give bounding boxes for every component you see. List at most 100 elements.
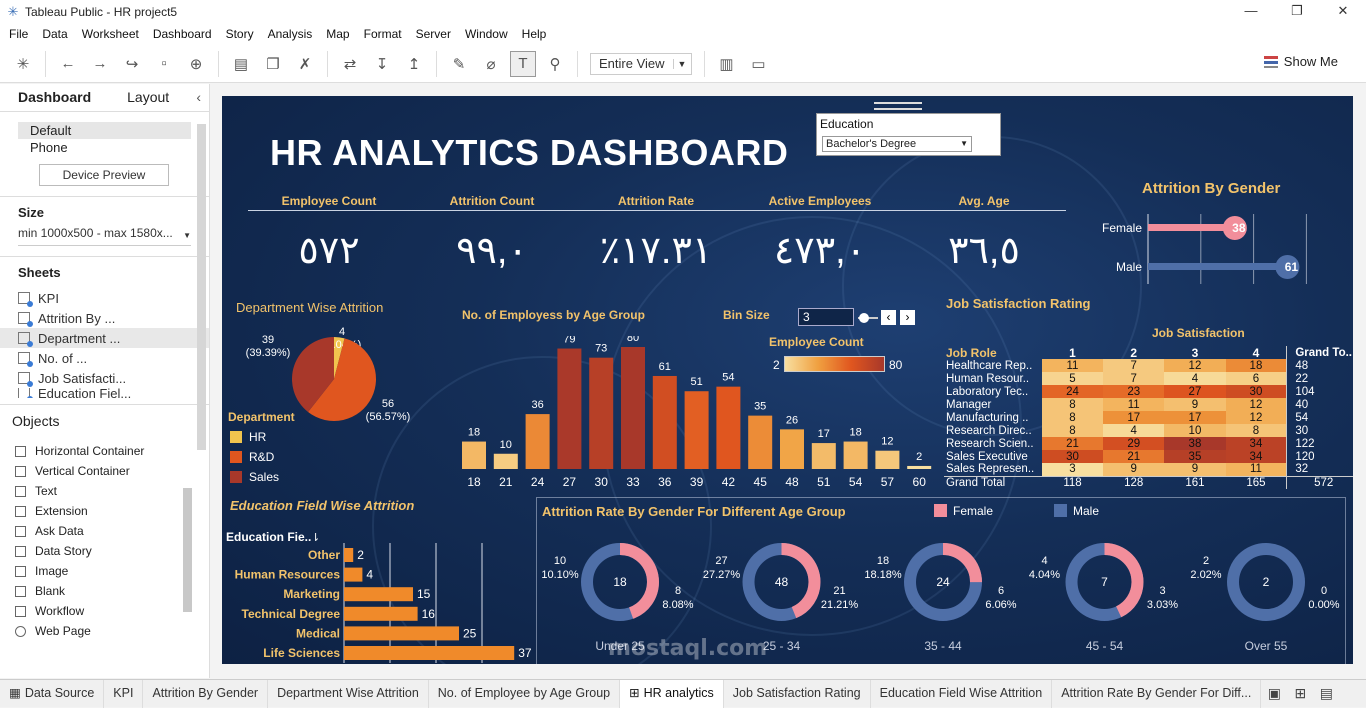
sheet-item[interactable]: Department ...	[0, 328, 209, 348]
object-extension[interactable]: Extension	[0, 501, 209, 521]
object-workflow[interactable]: Workflow	[0, 601, 209, 621]
device-default[interactable]: Default	[18, 122, 191, 139]
replay-icon[interactable]: ↪	[119, 51, 145, 77]
object-vertical-container[interactable]: Vertical Container	[0, 461, 209, 481]
legend-swatch	[230, 431, 242, 443]
age-bar	[493, 453, 518, 469]
object-horizontal-container[interactable]: Horizontal Container	[0, 441, 209, 461]
sheet-item[interactable]: Attrition By ...	[0, 308, 209, 328]
age-bar	[684, 391, 709, 469]
legend-label: HR	[249, 430, 267, 444]
bin-slider-thumb[interactable]	[859, 313, 869, 323]
age-tick: 51	[817, 475, 831, 489]
tableau-home-icon[interactable]: ✳	[10, 51, 36, 77]
row-total: 48	[1286, 359, 1353, 372]
col-header: 1	[1069, 345, 1076, 360]
object-text[interactable]: Text	[0, 481, 209, 501]
maximize-button[interactable]: ❐	[1274, 0, 1320, 23]
tab-sheet[interactable]: Department Wise Attrition	[268, 679, 429, 708]
new-data-source-icon[interactable]: ⊕	[183, 51, 209, 77]
new-worksheet-icon[interactable]: ▤	[228, 51, 254, 77]
worksheet-icon	[18, 312, 33, 327]
close-icon[interactable]: ✕	[979, 113, 999, 133]
drag-handle[interactable]	[874, 102, 922, 110]
object-ask-data[interactable]: Ask Data	[0, 521, 209, 541]
filter-menu-icon[interactable]: ▼	[983, 136, 992, 146]
age-bar-label: 35	[754, 401, 766, 413]
pin-icon[interactable]: ⚲	[542, 51, 568, 77]
menu-file[interactable]: File	[2, 27, 35, 41]
object-image[interactable]: Image	[0, 561, 209, 581]
object-blank[interactable]: Blank	[0, 581, 209, 601]
tab-sheet[interactable]: Job Satisfaction Rating	[724, 679, 871, 708]
bin-size-input[interactable]: 3	[798, 308, 854, 326]
image-icon	[15, 565, 26, 577]
menu-worksheet[interactable]: Worksheet	[75, 27, 146, 41]
tab-layout[interactable]: Layout	[109, 84, 187, 111]
heatmap-cell: 4	[1164, 372, 1226, 385]
size-select[interactable]: min 1000x500 - max 1580x... ▼	[18, 226, 191, 246]
device-preview-button[interactable]: Device Preview	[39, 164, 169, 186]
sort-ascending-icon[interactable]: ↧	[369, 51, 395, 77]
sort-descending-icon[interactable]: ↥	[401, 51, 427, 77]
education-filter[interactable]: Education Bachelor's Degree ▼	[816, 113, 1001, 156]
close-button[interactable]: ✕	[1320, 0, 1366, 23]
tab-sheet[interactable]: Attrition By Gender	[143, 679, 269, 708]
menu-data[interactable]: Data	[35, 27, 74, 41]
group-icon[interactable]: ⌀	[478, 51, 504, 77]
age-tick: 21	[499, 475, 513, 489]
presentation-mode-icon[interactable]: ▭	[746, 51, 772, 77]
sheet-item[interactable]: KPI	[0, 288, 209, 308]
sheet-item[interactable]: Education Fiel...	[0, 388, 209, 398]
menu-window[interactable]: Window	[458, 27, 515, 41]
table-row: Research Scien.. 21 29 38 34 122	[944, 437, 1353, 450]
object-web-page[interactable]: Web Page	[0, 621, 209, 641]
undo-icon[interactable]: ←	[55, 51, 81, 77]
save-icon[interactable]: ▫	[151, 51, 177, 77]
objects-scrollbar[interactable]	[183, 488, 192, 612]
heatmap-cell: 21	[1041, 437, 1104, 450]
fit-view-select[interactable]: Entire View ▼	[590, 52, 692, 75]
device-phone[interactable]: Phone	[18, 139, 191, 156]
education-filter-select[interactable]: Bachelor's Degree ▼	[822, 136, 972, 152]
sheet-item[interactable]: Job Satisfacti...	[0, 368, 209, 388]
menu-help[interactable]: Help	[515, 27, 554, 41]
object-data-story[interactable]: Data Story	[0, 541, 209, 561]
new-dashboard-icon[interactable]: ⊞	[1287, 685, 1313, 702]
new-worksheet-icon[interactable]: ▣	[1261, 685, 1287, 702]
show-labels-icon[interactable]: T	[510, 50, 536, 77]
chevron-left-icon[interactable]: ‹	[881, 310, 896, 325]
tab-dashboard[interactable]: Dashboard	[0, 84, 110, 111]
sheets-scrollbar[interactable]	[197, 124, 206, 450]
tab-sheet[interactable]: No. of Employee by Age Group	[429, 679, 621, 708]
kpi-value: ٩٩,٠	[456, 230, 528, 272]
collapse-icon[interactable]: ‹	[196, 89, 201, 105]
ask-data-icon	[15, 525, 26, 537]
tab-dashboard-active[interactable]: ⊞ HR analytics	[620, 679, 724, 708]
tab-sheet[interactable]: Attrition Rate By Gender For Diff...	[1052, 679, 1262, 708]
swap-icon[interactable]: ⇄	[337, 51, 363, 77]
highlight-icon[interactable]: ✎	[446, 51, 472, 77]
menu-map[interactable]: Map	[319, 27, 356, 41]
clear-sheet-icon[interactable]: ✗	[292, 51, 318, 77]
new-story-icon[interactable]: ▤	[1313, 685, 1339, 702]
menu-format[interactable]: Format	[357, 27, 409, 41]
tab-data-source[interactable]: ▦ Data Source	[0, 679, 105, 708]
menu-analysis[interactable]: Analysis	[261, 27, 320, 41]
tab-sheet[interactable]: Education Field Wise Attrition	[871, 679, 1053, 708]
menu-dashboard[interactable]: Dashboard	[146, 27, 219, 41]
redo-icon[interactable]: →	[87, 51, 113, 77]
duplicate-icon[interactable]: ❐	[260, 51, 286, 77]
table-row: Sales Executive 30 21 35 34 120	[944, 450, 1353, 463]
show-cards-icon[interactable]: ▥	[714, 51, 740, 77]
minimize-button[interactable]: —	[1228, 0, 1274, 23]
show-me-button[interactable]: Show Me	[1263, 54, 1338, 69]
heatmap-cell: 30	[1041, 450, 1104, 463]
row-total: 30	[1286, 424, 1353, 437]
menu-server[interactable]: Server	[409, 27, 458, 41]
legend-swatch	[230, 451, 242, 463]
chevron-right-icon[interactable]: ›	[900, 310, 915, 325]
menu-story[interactable]: Story	[219, 27, 261, 41]
sheet-item[interactable]: No. of ...	[0, 348, 209, 368]
tab-sheet[interactable]: KPI	[104, 679, 144, 708]
